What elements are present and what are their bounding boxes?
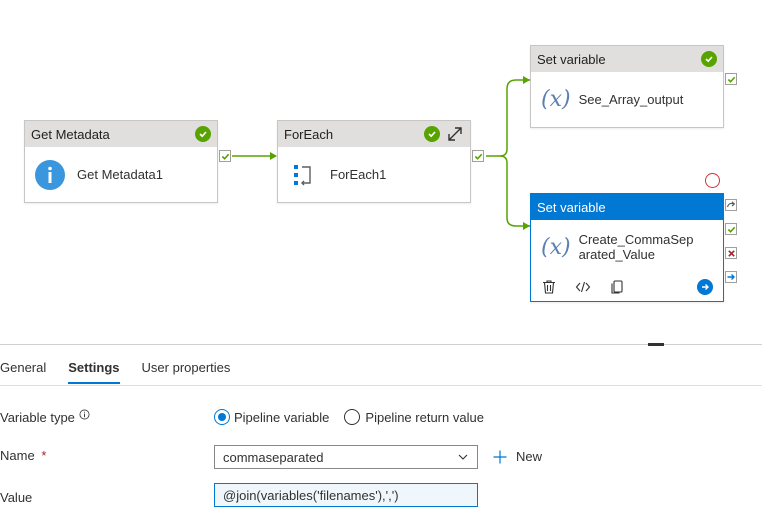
variable-x-icon: (𝑥)	[541, 234, 571, 260]
status-circle-icon	[705, 173, 720, 188]
resize-handle[interactable]	[648, 343, 664, 346]
activity-name-line2: arated_Value	[578, 247, 655, 262]
value-input[interactable]: @join(variables('filenames'),',')	[214, 483, 478, 507]
new-variable-button[interactable]: New	[493, 449, 542, 464]
set-variable-activity-2[interactable]: Set variable (𝑥) Create_CommaSep arated_…	[530, 193, 724, 302]
name-dropdown-value: commaseparated	[223, 449, 324, 465]
activity-type-label: Get Metadata	[31, 126, 110, 142]
chevron-down-icon	[457, 451, 469, 463]
name-label: Name	[0, 448, 35, 463]
expand-arrows-icon[interactable]	[446, 125, 464, 143]
radio-pipeline-variable-label[interactable]: Pipeline variable	[234, 410, 329, 425]
pipeline-canvas[interactable]: Get Metadata Get Metadata1 ForEach ForEa…	[0, 0, 762, 344]
name-row: Name *	[0, 448, 46, 463]
success-output-port[interactable]	[725, 73, 737, 85]
tab-settings[interactable]: Settings	[68, 360, 120, 384]
info-icon	[35, 159, 65, 190]
activity-type-label: Set variable	[537, 199, 606, 215]
info-icon[interactable]	[79, 409, 90, 420]
activity-toolbar	[531, 273, 723, 301]
delete-icon[interactable]	[541, 279, 557, 295]
activity-name-line1: Create_CommaSep	[578, 232, 694, 247]
activity-name: ForEach1	[330, 167, 387, 182]
check-circle-icon	[424, 126, 440, 142]
check-circle-icon	[195, 126, 211, 142]
tab-user-properties[interactable]: User properties	[142, 360, 231, 384]
get-metadata-activity[interactable]: Get Metadata Get Metadata1	[24, 120, 218, 203]
skip-output-port[interactable]	[725, 199, 737, 211]
go-arrow-icon[interactable]	[697, 279, 713, 295]
copy-icon[interactable]	[609, 279, 625, 295]
variable-type-radio-group: Pipeline variable Pipeline return value	[214, 409, 484, 425]
name-dropdown[interactable]: commaseparated	[214, 445, 478, 469]
foreach-loop-icon	[292, 163, 316, 187]
plus-icon	[493, 450, 507, 464]
new-button-label: New	[516, 449, 543, 464]
radio-pipeline-variable[interactable]	[214, 409, 230, 425]
tabs-underline	[0, 385, 762, 386]
set-variable-activity-1[interactable]: Set variable (𝑥) See_Array_output	[530, 45, 724, 128]
success-output-port[interactable]	[219, 150, 231, 162]
completion-output-port[interactable]	[725, 271, 737, 283]
foreach-activity[interactable]: ForEach ForEach1	[277, 120, 471, 203]
required-marker: *	[41, 448, 47, 463]
variable-type-row: Variable type	[0, 409, 90, 425]
value-input-text: @join(variables('filenames'),',')	[223, 487, 399, 503]
activity-name: See_Array_output	[578, 92, 684, 107]
radio-pipeline-return-value[interactable]	[344, 409, 361, 425]
variable-x-icon: (𝑥)	[541, 87, 571, 112]
activity-name: Get Metadata1	[77, 167, 163, 182]
value-label: Value	[0, 490, 33, 505]
tab-general[interactable]: General	[0, 360, 46, 384]
failure-output-port[interactable]	[725, 247, 737, 259]
success-output-port[interactable]	[725, 223, 737, 235]
check-circle-icon	[701, 51, 717, 67]
properties-tabs: General Settings User properties	[0, 360, 252, 386]
success-output-port[interactable]	[472, 150, 484, 162]
radio-pipeline-return-value-label[interactable]: Pipeline return value	[365, 410, 484, 425]
variable-type-label: Variable type	[0, 410, 75, 425]
activity-type-label: Set variable	[537, 51, 606, 67]
activity-type-label: ForEach	[284, 126, 334, 142]
code-icon[interactable]	[575, 279, 591, 295]
